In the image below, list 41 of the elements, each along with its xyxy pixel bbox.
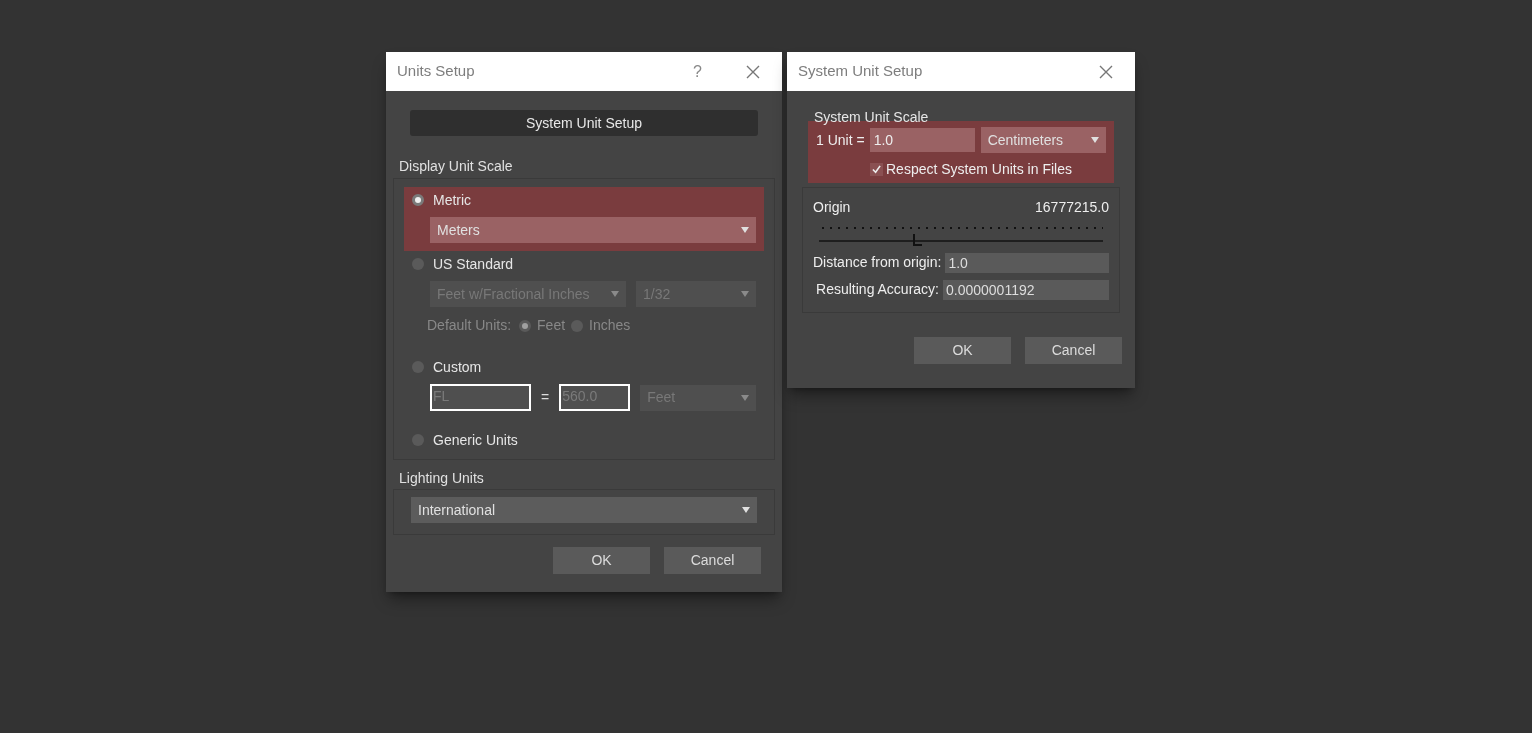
input-field[interactable]: 1.0 [945,252,1109,273]
checkbox[interactable] [870,163,883,176]
group-label: Lighting Units [399,469,485,488]
help-button[interactable]: ? [693,59,702,84]
caret-icon [1091,137,1099,143]
radio-label: US Standard [433,254,514,274]
field-label: Resulting Accuracy: [816,280,939,299]
caret-icon [742,507,750,513]
field-label: Distance from origin: [813,253,942,272]
slider-reading: 16777215.0 [1035,198,1109,217]
window-title: Units Setup [397,61,476,82]
radio-button[interactable] [412,194,424,206]
radio-label: Inches [589,316,631,335]
caret-icon [741,394,749,401]
dropdown[interactable]: Centimeters [980,127,1106,153]
slider-label: Origin [813,198,851,217]
ok-button[interactable]: OK [914,337,1011,364]
radio-label: Custom [433,357,482,377]
input-field[interactable]: 1.0 [869,128,975,152]
window-title: System Unit Setup [798,61,924,82]
slider-thumb[interactable] [912,234,922,246]
dropdown[interactable]: Meters [430,217,756,243]
input-field[interactable]: 0.0000001192 [943,279,1109,300]
radio-label: Generic Units [433,430,518,450]
caret-icon [741,227,749,233]
caret-icon [611,291,619,297]
cancel-button[interactable]: Cancel [664,547,761,574]
cancel-button[interactable]: Cancel [1025,337,1122,364]
equals-sign: = [541,388,550,407]
dropdown[interactable]: International [411,497,757,523]
close-icon[interactable] [1099,64,1113,79]
caret-icon [741,291,749,297]
field-label: Default Units: [427,316,512,335]
system-unit-setup-button[interactable]: System Unit Setup [410,110,758,136]
radio-label: Feet [537,316,566,335]
ok-button[interactable]: OK [553,547,650,574]
radio-label: Metric [433,190,472,210]
field-label: 1 Unit = [816,130,865,150]
close-icon[interactable] [746,64,760,79]
checkbox-label: Respect System Units in Files [886,160,1072,179]
group-label: Display Unit Scale [399,157,514,176]
